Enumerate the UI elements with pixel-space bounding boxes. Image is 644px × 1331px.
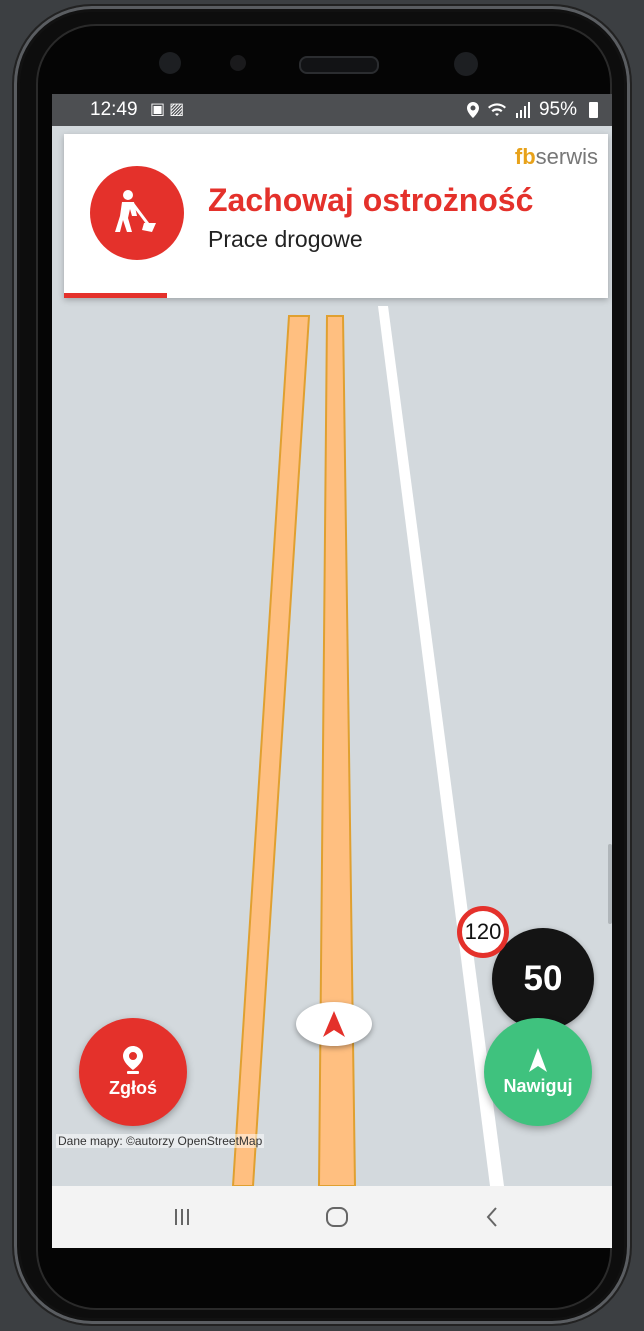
status-bar: 12:49 ▣▨ 95%	[52, 94, 612, 126]
location-pin-icon	[123, 1045, 143, 1074]
report-button[interactable]: Zgłoś	[79, 1018, 187, 1126]
battery-percent: 95%	[538, 99, 577, 120]
system-navigation-bar	[52, 1186, 612, 1248]
current-position-marker	[296, 1002, 372, 1046]
back-button[interactable]	[452, 1186, 532, 1248]
wifi-icon	[487, 103, 506, 116]
status-time: 12:49	[90, 99, 138, 120]
alert-title: Zachowaj ostrożność	[208, 182, 534, 218]
image-icon: ▨	[169, 101, 189, 118]
recent-apps-button[interactable]	[142, 1186, 222, 1248]
navigation-arrow-icon	[323, 1011, 345, 1037]
side-panel-handle[interactable]	[608, 844, 612, 924]
notification-icons: ▣▨	[150, 99, 188, 119]
back-icon	[486, 1207, 497, 1227]
alert-subtitle: Prace drogowe	[208, 226, 363, 252]
brand-logo: fbserwis	[514, 144, 598, 169]
sensor	[230, 55, 246, 71]
navigate-button[interactable]: Nawiguj	[484, 1018, 592, 1126]
earpiece-speaker	[299, 56, 379, 74]
notification-icon: ▣	[150, 101, 170, 118]
secondary-camera	[454, 52, 478, 76]
alert-card[interactable]: fbserwis Zachowaj ostrożność Prace drogo…	[64, 134, 608, 298]
front-camera	[159, 52, 181, 74]
recent-apps-icon	[175, 1209, 189, 1225]
roadworks-icon	[90, 166, 184, 260]
map-attribution[interactable]: Dane mapy: ©autorzy OpenStreetMap	[56, 1134, 265, 1148]
home-icon	[326, 1207, 348, 1227]
navigate-button-label: Nawiguj	[503, 1075, 573, 1096]
battery-icon	[589, 102, 598, 118]
location-icon	[466, 102, 479, 118]
alert-progress-bar	[64, 293, 168, 298]
status-right: 95%	[466, 99, 598, 121]
home-button[interactable]	[297, 1186, 377, 1248]
current-speed: 50	[492, 928, 594, 1030]
report-button-label: Zgłoś	[109, 1077, 157, 1098]
navigation-arrow-icon	[529, 1047, 547, 1072]
speed-limit-sign: 120	[457, 906, 509, 958]
screen: 12:49 ▣▨ 95% fbserwis Zachowaj ostrożnoś…	[52, 94, 612, 1248]
signal-icon	[515, 102, 530, 118]
